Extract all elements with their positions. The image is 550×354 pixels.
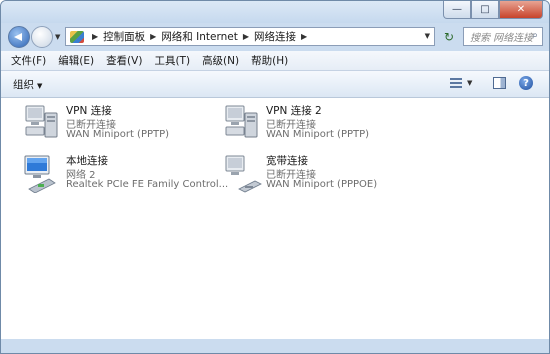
connection-item-local-area[interactable]: 本地连接 网络 2 Realtek PCIe FE Family Control… — [23, 153, 228, 197]
connection-item-broadband[interactable]: 宽带连接 已断开连接 WAN Miniport (PPPOE) — [223, 153, 423, 197]
vpn-connection-icon — [225, 105, 258, 138]
help-button[interactable]: ? — [519, 76, 533, 90]
command-bar: 组织 ▼ ▼ ? — [1, 71, 549, 98]
forward-button[interactable] — [31, 26, 53, 48]
refresh-icon: ↻ — [443, 29, 455, 44]
change-view-button[interactable]: ▼ — [450, 77, 476, 91]
menu-edit[interactable]: 编辑(E) — [58, 53, 94, 68]
local-area-connection-icon — [24, 155, 56, 193]
back-button[interactable] — [8, 26, 30, 48]
menu-help[interactable]: 帮助(H) — [251, 53, 288, 68]
navigation-row: ▼ ▶ 控制面板 ▶ 网络和 Internet ▶ 网络连接 ▶ ▼ ↻ 搜索 … — [1, 23, 549, 51]
refresh-button[interactable]: ↻ — [439, 27, 459, 46]
close-button[interactable]: ✕ — [499, 1, 543, 19]
address-history-dropdown[interactable]: ▼ — [425, 32, 430, 40]
caption-buttons: — □ ✕ — [443, 1, 543, 19]
menu-advanced[interactable]: 高级(N) — [202, 53, 239, 68]
search-placeholder: 搜索 网络连接 — [470, 33, 534, 44]
connection-device: WAN Miniport (PPTP) — [266, 129, 370, 140]
explorer-window: — □ ✕ ▼ ▶ 控制面板 ▶ 网络和 Internet ▶ 网络连接 ▶ ▼… — [0, 0, 550, 354]
connection-device: WAN Miniport (PPPOE) — [266, 179, 378, 190]
breadcrumb-separator[interactable]: ▶ — [92, 32, 98, 41]
search-input[interactable]: 搜索 网络连接 ⌕ — [463, 27, 543, 46]
menu-file[interactable]: 文件(F) — [11, 53, 46, 68]
title-bar[interactable]: — □ ✕ — [1, 1, 549, 23]
connection-device: WAN Miniport (PPTP) — [66, 129, 170, 140]
vpn-connection-icon — [25, 105, 58, 138]
help-icon: ? — [523, 77, 529, 89]
maximize-button[interactable]: □ — [471, 1, 499, 19]
organize-label: 组织 — [13, 79, 34, 91]
control-panel-icon — [70, 30, 84, 43]
broadband-connection-icon — [225, 155, 262, 193]
breadcrumb-network-internet[interactable]: 网络和 Internet — [161, 29, 238, 44]
recent-pages-dropdown[interactable]: ▼ — [55, 33, 60, 41]
address-bar[interactable]: ▶ 控制面板 ▶ 网络和 Internet ▶ 网络连接 ▶ ▼ — [65, 27, 435, 46]
menu-bar: 文件(F) 编辑(E) 查看(V) 工具(T) 高级(N) 帮助(H) — [1, 51, 549, 71]
menu-tools[interactable]: 工具(T) — [154, 53, 190, 68]
connection-item-vpn-1[interactable]: VPN 连接 已断开连接 WAN Miniport (PPTP) — [23, 103, 223, 147]
minimize-button[interactable]: — — [443, 1, 471, 19]
chevron-down-icon[interactable]: ▼ — [467, 79, 472, 87]
connection-item-vpn-2[interactable]: VPN 连接 2 已断开连接 WAN Miniport (PPTP) — [223, 103, 423, 147]
search-icon[interactable]: ⌕ — [532, 30, 538, 41]
chevron-down-icon: ▼ — [37, 82, 43, 90]
preview-pane-button[interactable] — [493, 77, 506, 89]
menu-view[interactable]: 查看(V) — [106, 53, 142, 68]
connections-list: VPN 连接 已断开连接 WAN Miniport (PPTP) VPN 连接 … — [1, 98, 549, 339]
breadcrumb-separator[interactable]: ▶ — [243, 32, 249, 41]
breadcrumb-control-panel[interactable]: 控制面板 — [103, 29, 145, 44]
view-details-icon — [450, 78, 462, 89]
breadcrumb-separator[interactable]: ▶ — [301, 32, 307, 41]
connection-device: Realtek PCIe FE Family Control... — [66, 179, 229, 190]
breadcrumb-network-connections[interactable]: 网络连接 — [254, 29, 296, 44]
organize-button[interactable]: 组织 ▼ — [13, 77, 42, 92]
window-bottom-frame — [1, 339, 549, 353]
breadcrumb-separator[interactable]: ▶ — [150, 32, 156, 41]
